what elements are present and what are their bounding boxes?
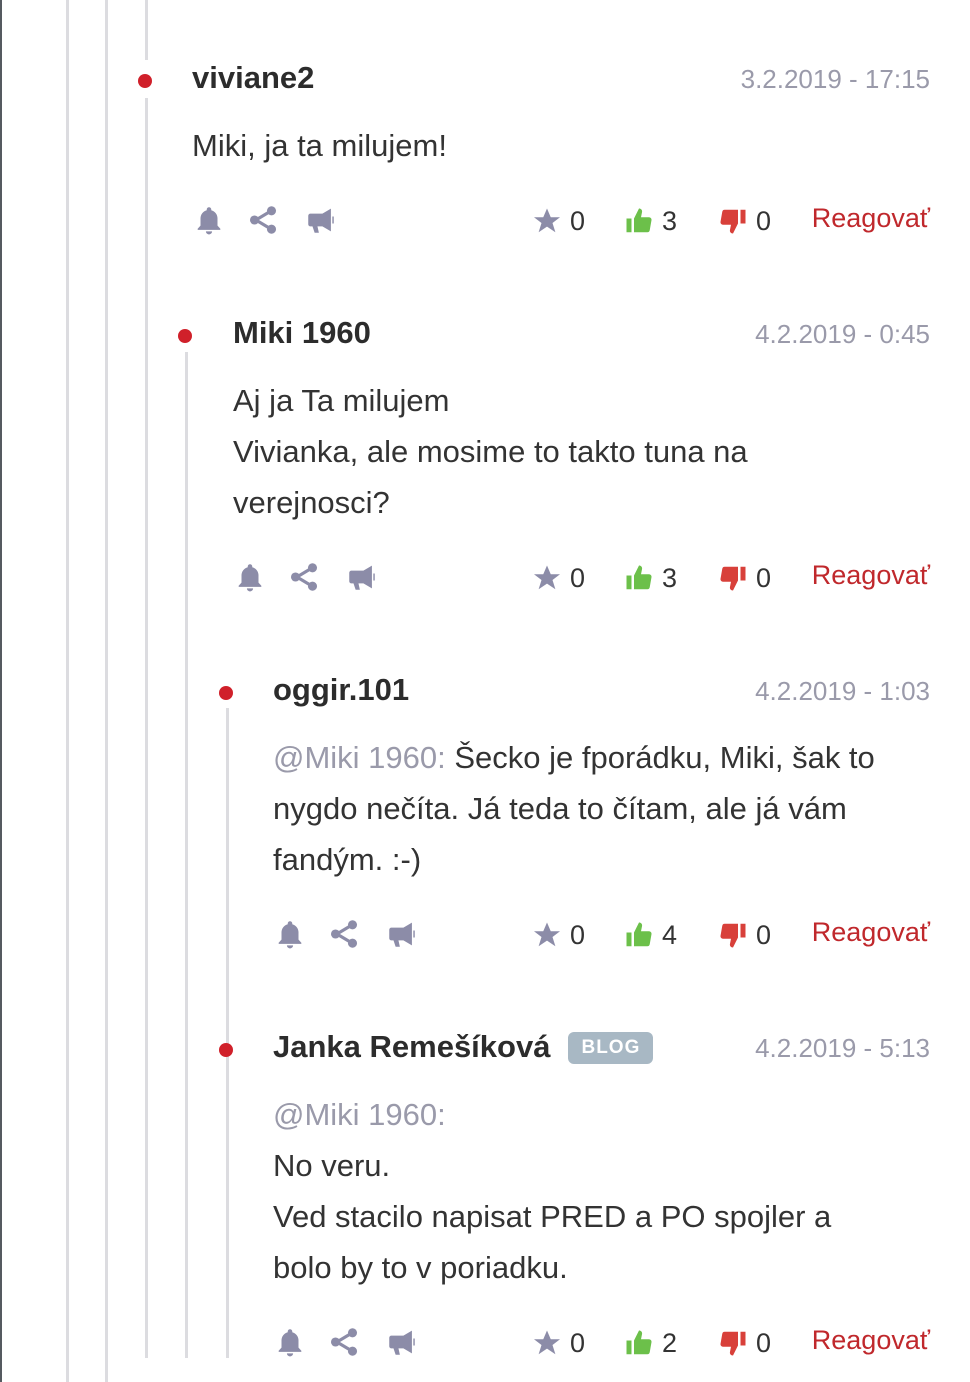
star-icon: [534, 922, 560, 947]
star-count: 0: [570, 562, 586, 593]
thumbs-down-icon: [720, 209, 746, 234]
comment-text: @Miki 1960: Šecko je fporádku, Miki, šak…: [273, 732, 930, 885]
share-icon[interactable]: [327, 917, 361, 951]
dislike-button[interactable]: 0: [718, 915, 771, 955]
dislike-count: 0: [756, 205, 772, 236]
reply-button[interactable]: Reagovať: [812, 560, 930, 591]
comment-actions: 0 3 0 Reagovať: [233, 558, 930, 598]
comment-line: Miki, ja ta milujem!: [192, 128, 447, 163]
thread-line-4: [145, 98, 148, 1358]
comment-line: Vivianka, ale mosime to takto tuna na: [233, 434, 748, 469]
star-icon: [534, 208, 560, 233]
thread-line-2: [105, 0, 108, 1382]
comment-author[interactable]: viviane2: [192, 60, 314, 96]
thumbs-up-icon: [626, 922, 652, 947]
comment-dot: [219, 686, 233, 700]
reply-button[interactable]: Reagovať: [812, 203, 930, 234]
comment: oggir.101 4.2.2019 - 1:03 @Miki 1960: Še…: [219, 672, 930, 955]
mention-link[interactable]: @Miki 1960:: [273, 740, 446, 775]
megaphone-icon[interactable]: [385, 917, 419, 951]
thumbs-down-icon: [720, 566, 746, 591]
like-count: 2: [662, 1327, 678, 1358]
reply-button[interactable]: Reagovať: [812, 917, 930, 948]
comment-actions: 0 3 0 Reagovať: [192, 201, 930, 241]
star-icon: [534, 565, 560, 590]
comment-author[interactable]: Miki 1960: [233, 315, 371, 351]
star-rating[interactable]: 0: [532, 201, 585, 241]
comment-line: @Miki 1960: Šecko je fporádku, Miki, šak…: [273, 740, 875, 775]
comment-line: verejnosci?: [233, 485, 390, 520]
comment-actions: 0 2 0 Reagovať: [273, 1323, 930, 1363]
comment-date: 4.2.2019 - 1:03: [755, 676, 930, 706]
comment: viviane2 3.2.2019 - 17:15 Miki, ja ta mi…: [138, 60, 930, 241]
comment-text: Miki, ja ta milujem!: [192, 120, 930, 171]
thumbs-up-icon: [626, 565, 652, 590]
comment-date: 3.2.2019 - 17:15: [740, 64, 930, 94]
dislike-button[interactable]: 0: [718, 1323, 771, 1363]
like-count: 4: [662, 919, 678, 950]
star-count: 0: [570, 1327, 586, 1358]
thumbs-down-icon: [720, 1331, 746, 1356]
thread-line-5: [185, 352, 188, 1358]
dislike-button[interactable]: 0: [718, 201, 771, 241]
share-icon[interactable]: [287, 560, 321, 594]
thread-line-6: [226, 708, 229, 1358]
comment-dot: [219, 1043, 233, 1057]
comment-author[interactable]: oggir.101: [273, 672, 409, 708]
comment-text: @Miki 1960: No veru. Ved stacilo napisat…: [273, 1089, 930, 1293]
bell-icon[interactable]: [273, 1325, 307, 1359]
comment: Miki 1960 4.2.2019 - 0:45 Aj ja Ta miluj…: [178, 315, 930, 598]
like-button[interactable]: 4: [624, 915, 677, 955]
megaphone-icon[interactable]: [385, 1325, 419, 1359]
left-edge-border: [0, 0, 2, 1382]
share-icon[interactable]: [327, 1325, 361, 1359]
comment-line: bolo by to v poriadku.: [273, 1250, 568, 1285]
comment-line: No veru.: [273, 1148, 391, 1183]
dislike-count: 0: [756, 562, 772, 593]
like-button[interactable]: 3: [624, 201, 677, 241]
thread-line-1: [66, 0, 69, 1382]
star-rating[interactable]: 0: [532, 1323, 585, 1363]
bell-icon[interactable]: [273, 917, 307, 951]
comment-line: @Miki 1960:: [273, 1089, 930, 1140]
bell-icon[interactable]: [192, 203, 226, 237]
comment-line: nygdo nečíta. Já teda to čítam, ale já v…: [273, 791, 847, 826]
megaphone-icon[interactable]: [304, 203, 338, 237]
star-rating[interactable]: 0: [532, 558, 585, 598]
comment-line: Aj ja Ta milujem: [233, 383, 450, 418]
like-button[interactable]: 2: [624, 1323, 677, 1363]
comment-actions: 0 4 0 Reagovať: [273, 915, 930, 955]
thumbs-up-icon: [626, 1330, 652, 1355]
comment-line: Ved stacilo napisat PRED a PO spojler a: [273, 1199, 832, 1234]
comment-dot: [138, 74, 152, 88]
mention-link[interactable]: @Miki 1960:: [273, 1097, 446, 1132]
like-count: 3: [662, 205, 678, 236]
comment-author[interactable]: Janka Remešíková BLOG: [273, 1029, 654, 1065]
star-count: 0: [570, 205, 586, 236]
dislike-count: 0: [756, 1327, 772, 1358]
comment-text: Aj ja Ta milujem Vivianka, ale mosime to…: [233, 375, 930, 528]
comment: Janka Remešíková BLOG 4.2.2019 - 5:13 @Mi…: [219, 1029, 930, 1363]
blog-badge[interactable]: BLOG: [568, 1032, 654, 1064]
reply-button[interactable]: Reagovať: [812, 1325, 930, 1356]
bell-icon[interactable]: [233, 560, 267, 594]
like-count: 3: [662, 562, 678, 593]
comment-dot: [178, 329, 192, 343]
comment-line: fandým. :-): [273, 842, 422, 877]
thumbs-down-icon: [720, 923, 746, 948]
star-icon: [534, 1330, 560, 1355]
thumbs-up-icon: [626, 208, 652, 233]
comment-date: 4.2.2019 - 0:45: [755, 319, 930, 349]
megaphone-icon[interactable]: [345, 560, 379, 594]
star-rating[interactable]: 0: [532, 915, 585, 955]
dislike-button[interactable]: 0: [718, 558, 771, 598]
star-count: 0: [570, 919, 586, 950]
thread-line-3: [145, 0, 148, 60]
share-icon[interactable]: [246, 203, 280, 237]
dislike-count: 0: [756, 919, 772, 950]
like-button[interactable]: 3: [624, 558, 677, 598]
comment-date: 4.2.2019 - 5:13: [755, 1033, 930, 1063]
